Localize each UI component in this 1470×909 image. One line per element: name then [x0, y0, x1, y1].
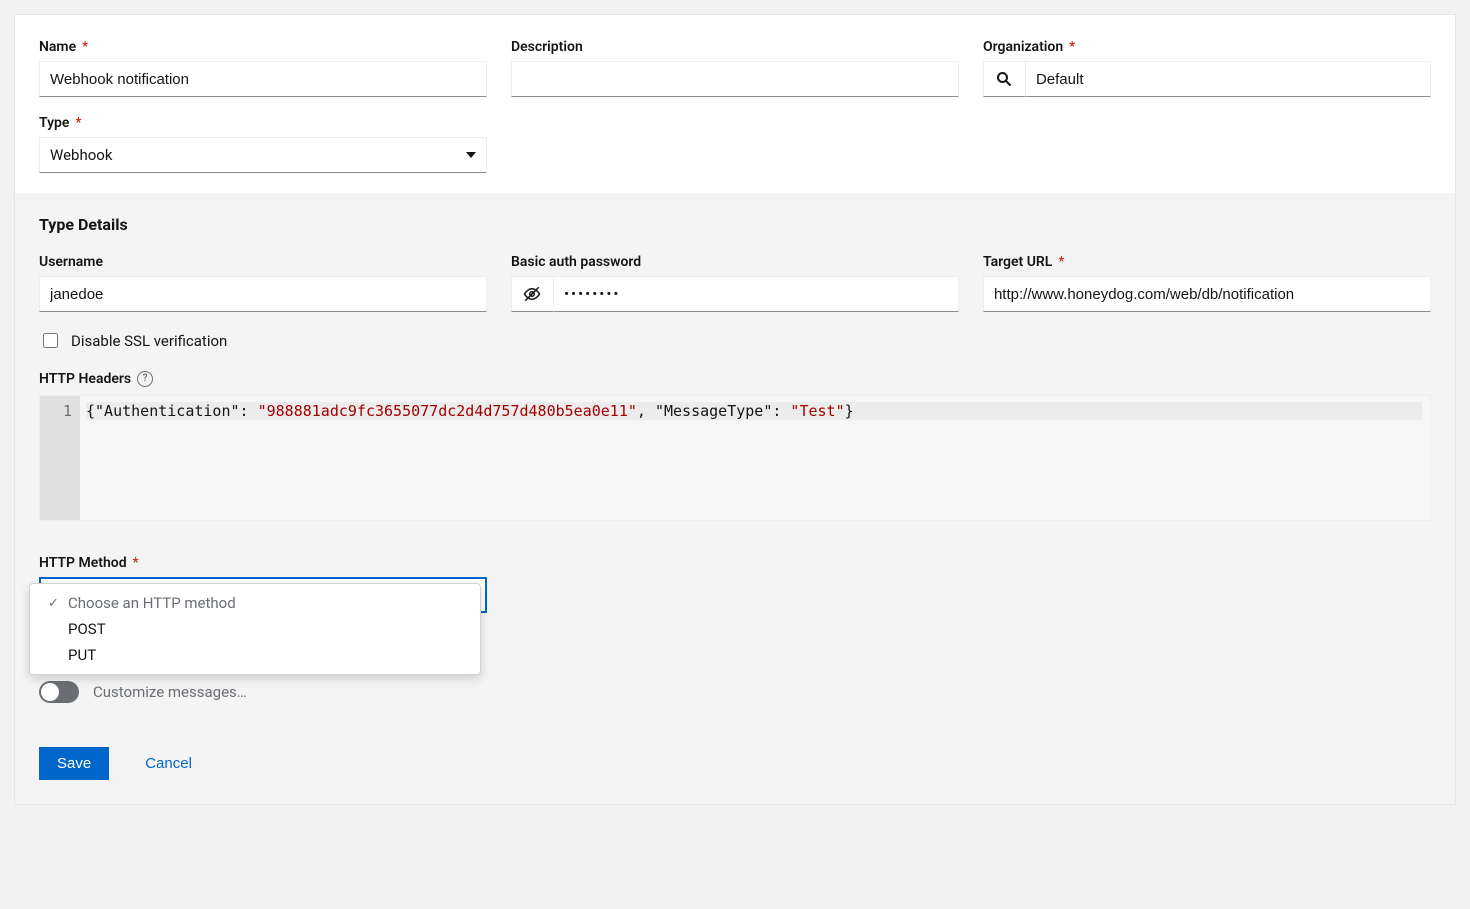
form-footer: Save Cancel	[39, 747, 1431, 780]
field-type: Type* Webhook	[39, 115, 487, 173]
password-reveal-button[interactable]	[511, 276, 553, 312]
section-basic: Name* Description Organization*	[15, 15, 1455, 193]
organization-search-button[interactable]	[983, 61, 1025, 97]
target-url-input[interactable]	[983, 276, 1431, 312]
description-input[interactable]	[511, 61, 959, 97]
code-gutter: 1	[40, 396, 80, 520]
eye-off-icon	[523, 285, 541, 303]
http-method-label: HTTP Method*	[39, 555, 1431, 571]
target-url-label: Target URL*	[983, 254, 1431, 270]
type-details-heading: Type Details	[39, 215, 1431, 234]
http-headers-label: HTTP Headers ?	[39, 371, 1431, 387]
username-input[interactable]	[39, 276, 487, 312]
customize-messages-toggle[interactable]	[39, 681, 79, 703]
field-username: Username	[39, 254, 487, 312]
http-method-placeholder: ✓ Choose an HTTP method	[30, 590, 480, 616]
save-button[interactable]: Save	[39, 747, 109, 780]
field-organization: Organization*	[983, 39, 1431, 97]
search-icon	[996, 71, 1012, 87]
section-type-details: Type Details Username Basic auth passwor…	[15, 193, 1455, 804]
http-method-dropdown: ✓ Choose an HTTP method POST PUT	[29, 583, 481, 675]
http-method-option-put[interactable]: PUT	[30, 642, 480, 668]
disable-ssl-checkbox[interactable]	[43, 333, 58, 348]
http-headers-editor[interactable]: 1 {"Authentication": "988881adc9fc365507…	[39, 395, 1431, 521]
field-description: Description	[511, 39, 959, 97]
cancel-button[interactable]: Cancel	[139, 754, 198, 773]
caret-down-icon	[466, 152, 476, 158]
type-label: Type*	[39, 115, 487, 131]
customize-messages-label: Customize messages…	[93, 683, 247, 701]
organization-label: Organization*	[983, 39, 1431, 55]
username-label: Username	[39, 254, 487, 270]
description-label: Description	[511, 39, 959, 55]
form-card: Name* Description Organization*	[14, 14, 1456, 805]
password-label: Basic auth password	[511, 254, 959, 270]
password-input[interactable]: ••••••••	[553, 276, 959, 312]
field-name: Name*	[39, 39, 487, 97]
help-icon[interactable]: ?	[137, 371, 153, 387]
field-target-url: Target URL*	[983, 254, 1431, 312]
type-select-value: Webhook	[50, 146, 112, 164]
name-label: Name*	[39, 39, 487, 55]
field-disable-ssl: Disable SSL verification	[39, 330, 1431, 351]
field-http-method: HTTP Method* ✓ Choose an HTTP method POS…	[39, 555, 1431, 613]
type-select[interactable]: Webhook	[39, 137, 487, 173]
organization-input[interactable]	[1025, 61, 1431, 97]
customize-messages-row: Customize messages…	[39, 681, 1431, 703]
check-icon: ✓	[48, 596, 60, 611]
toggle-knob	[41, 683, 59, 701]
disable-ssl-label: Disable SSL verification	[71, 332, 227, 350]
field-password: Basic auth password ••••••••	[511, 254, 959, 312]
name-input[interactable]	[39, 61, 487, 97]
http-method-option-post[interactable]: POST	[30, 616, 480, 642]
code-body[interactable]: {"Authentication": "988881adc9fc3655077d…	[80, 396, 1430, 520]
